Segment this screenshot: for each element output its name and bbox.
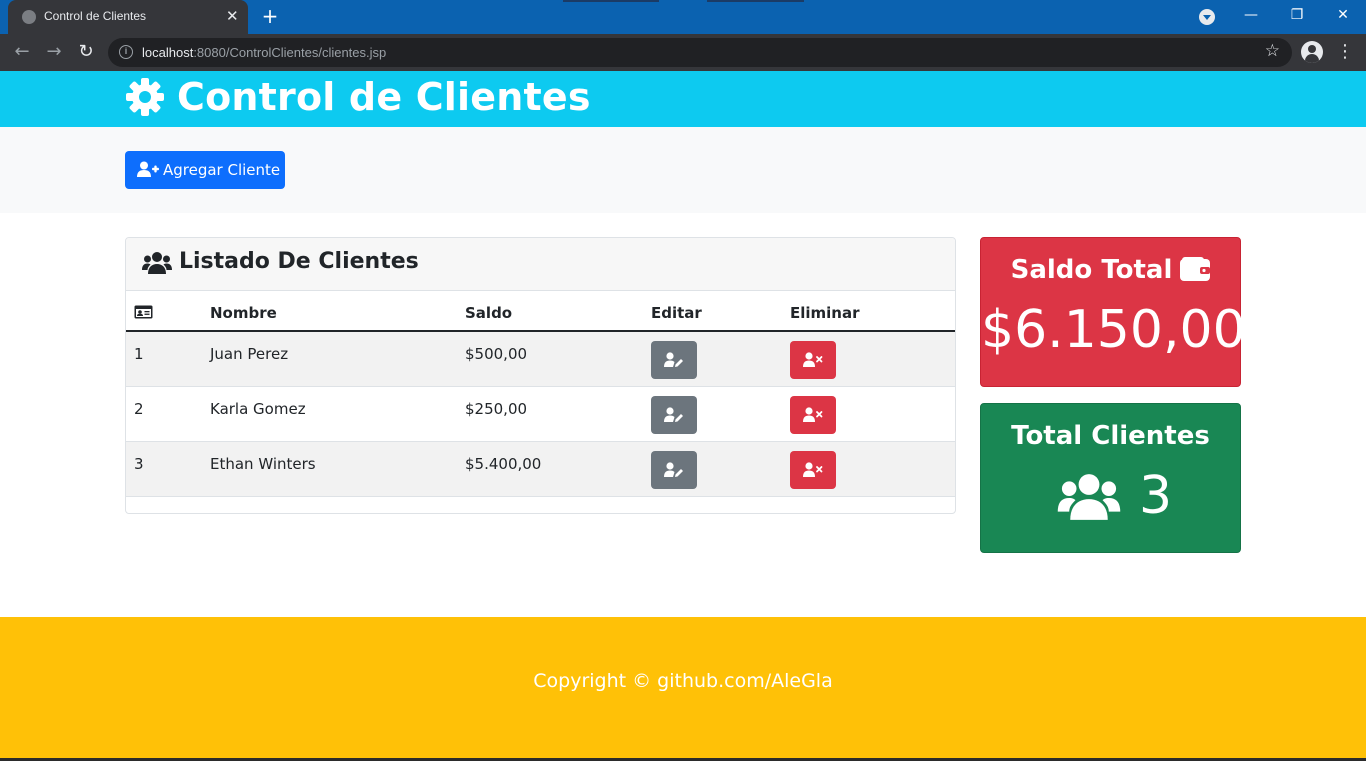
table-row: 3 Ethan Winters $5.400,00: [126, 442, 955, 497]
user-plus-icon: [137, 161, 159, 177]
address-bar[interactable]: i localhost:8080/ControlClientes/cliente…: [108, 38, 1292, 67]
tab-strip-decoration: [707, 0, 804, 2]
column-header-name: Nombre: [210, 304, 277, 322]
delete-client-button[interactable]: [790, 341, 836, 379]
delete-client-button[interactable]: [790, 451, 836, 489]
add-client-label: Agregar Cliente: [163, 161, 281, 179]
client-name: Ethan Winters: [210, 455, 316, 473]
users-icon: [1057, 474, 1121, 520]
table-row: 1 Juan Perez $500,00: [126, 332, 955, 387]
forward-icon[interactable]: →: [42, 41, 66, 65]
column-header-balance: Saldo: [465, 304, 513, 322]
new-tab-button[interactable]: +: [258, 4, 282, 28]
taskbar-edge: [0, 758, 1366, 768]
client-balance: $5.400,00: [465, 455, 542, 473]
bookmark-star-icon[interactable]: ☆: [1265, 41, 1280, 61]
info-icon[interactable]: i: [119, 45, 133, 59]
actions-bar: Agregar Cliente: [0, 127, 1366, 213]
total-balance-title: Saldo Total: [981, 255, 1240, 285]
delete-client-button[interactable]: [790, 396, 836, 434]
gear-icon: [126, 78, 164, 116]
globe-icon: [22, 10, 36, 24]
wallet-icon: [1180, 257, 1211, 281]
page-title: Control de Clientes: [177, 75, 591, 119]
page-footer: Copyright © github.com/AleGla: [0, 617, 1366, 758]
browser-tab[interactable]: Control de Clientes ✕: [8, 0, 248, 34]
client-balance: $500,00: [465, 345, 528, 363]
restore-button[interactable]: ❐: [1274, 0, 1320, 32]
card-header: Listado De Clientes: [126, 238, 955, 291]
card-title: Listado De Clientes: [179, 249, 419, 274]
column-header-delete: Eliminar: [790, 304, 860, 322]
client-name: Karla Gomez: [210, 400, 306, 418]
client-id: 1: [134, 345, 144, 363]
account-icon[interactable]: [1301, 41, 1323, 63]
tab-title: Control de Clientes: [44, 9, 147, 23]
id-card-icon: [134, 305, 153, 319]
client-name: Juan Perez: [210, 345, 289, 363]
users-icon: [142, 252, 172, 274]
user-edit-icon: [664, 407, 683, 422]
user-times-icon: [803, 462, 823, 477]
close-window-button[interactable]: ✕: [1320, 0, 1366, 32]
user-edit-icon: [664, 462, 683, 477]
page-header: Control de Clientes: [0, 71, 1366, 127]
back-icon[interactable]: ←: [10, 41, 34, 65]
total-clients-card: Total Clientes 3: [980, 403, 1241, 553]
total-clients-value: 3: [1139, 466, 1173, 526]
total-balance-card: Saldo Total $6.150,00: [980, 237, 1246, 387]
url-text[interactable]: localhost:8080/ControlClientes/clientes.…: [142, 45, 386, 60]
add-client-button[interactable]: Agregar Cliente: [125, 151, 285, 189]
edit-client-button[interactable]: [651, 451, 697, 489]
tab-strip-decoration: [563, 0, 659, 2]
client-balance: $250,00: [465, 400, 528, 418]
tab-search-icon[interactable]: [1199, 9, 1215, 25]
tab-close-icon[interactable]: ✕: [226, 7, 239, 25]
edit-client-button[interactable]: [651, 396, 697, 434]
browser-menu-icon[interactable]: ⋮: [1336, 40, 1354, 64]
browser-tab-strip: Control de Clientes ✕ + — ❐ ✕: [0, 0, 1366, 34]
total-clients-title: Total Clientes: [1011, 421, 1210, 451]
user-edit-icon: [664, 352, 683, 367]
table-row: 2 Karla Gomez $250,00: [126, 387, 955, 442]
user-times-icon: [803, 407, 823, 422]
reload-icon[interactable]: ↻: [74, 41, 98, 65]
client-id: 2: [134, 400, 144, 418]
total-balance-value: $6.150,00: [981, 300, 1246, 360]
minimize-button[interactable]: —: [1228, 0, 1274, 32]
browser-toolbar: ← → ↻ i localhost:8080/ControlClientes/c…: [0, 34, 1366, 71]
user-times-icon: [803, 352, 823, 367]
copyright-text: Copyright © github.com/AleGla: [533, 670, 833, 692]
column-header-edit: Editar: [651, 304, 702, 322]
table-header: Nombre Saldo Editar Eliminar: [126, 291, 955, 332]
client-id: 3: [134, 455, 144, 473]
edit-client-button[interactable]: [651, 341, 697, 379]
clients-card: Listado De Clientes Nombre Saldo Editar …: [125, 237, 956, 514]
